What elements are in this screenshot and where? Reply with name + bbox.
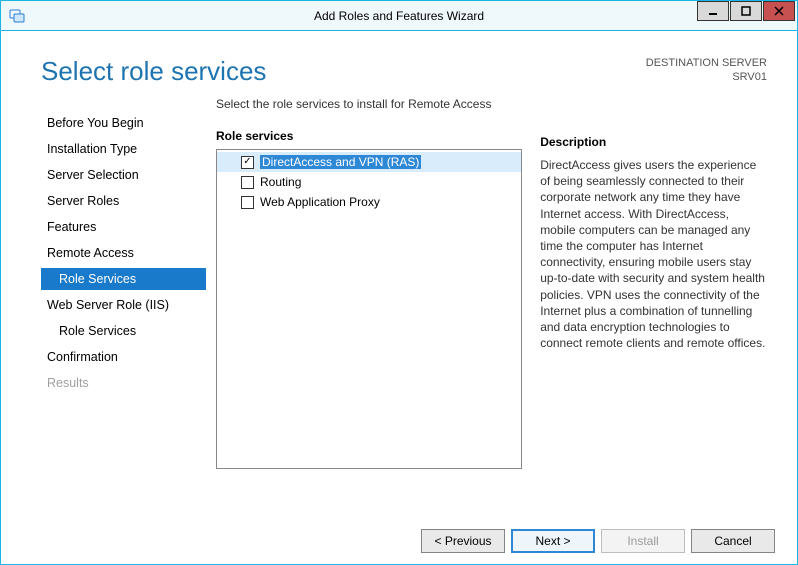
nav-item-server-roles[interactable]: Server Roles <box>41 190 206 212</box>
maximize-button[interactable] <box>730 1 762 21</box>
destination-label: DESTINATION SERVER <box>646 56 767 70</box>
checkbox[interactable] <box>241 196 254 209</box>
header-row: Select role services DESTINATION SERVER … <box>1 31 797 97</box>
role-services-listbox[interactable]: DirectAccess and VPN (RAS) Routing Web App… <box>216 149 522 469</box>
nav-item-role-services[interactable]: Role Services <box>41 320 206 342</box>
body-row: Before You Begin Installation Type Server … <box>1 97 797 509</box>
checkbox[interactable] <box>241 156 254 169</box>
description-text: DirectAccess gives users the experience … <box>540 157 767 351</box>
wizard-footer: < Previous Next > Install Cancel <box>1 509 797 564</box>
window-controls <box>696 1 795 21</box>
nav-item-role-services[interactable]: Role Services <box>41 268 206 290</box>
role-service-item[interactable]: Web Application Proxy <box>217 192 521 212</box>
destination-value: SRV01 <box>646 70 767 84</box>
destination-info: DESTINATION SERVER SRV01 <box>646 56 767 85</box>
page-title: Select role services <box>41 56 266 87</box>
description-column: Description DirectAccess gives users the… <box>540 97 767 509</box>
window-title: Add Roles and Features Wizard <box>1 9 797 23</box>
title-bar[interactable]: Add Roles and Features Wizard <box>1 1 797 31</box>
role-service-item[interactable]: Routing <box>217 172 521 192</box>
nav-item-confirmation[interactable]: Confirmation <box>41 346 206 368</box>
nav-item-web-server-role-iis-[interactable]: Web Server Role (IIS) <box>41 294 206 316</box>
nav-item-features[interactable]: Features <box>41 216 206 238</box>
nav-item-installation-type[interactable]: Installation Type <box>41 138 206 160</box>
role-service-label: Web Application Proxy <box>260 195 380 209</box>
role-service-label: DirectAccess and VPN (RAS) <box>260 155 421 169</box>
description-title: Description <box>540 135 767 149</box>
instruction-text: Select the role services to install for … <box>216 97 522 111</box>
nav-item-server-selection[interactable]: Server Selection <box>41 164 206 186</box>
role-services-label: Role services <box>216 129 522 143</box>
cancel-button[interactable]: Cancel <box>691 529 775 553</box>
close-button[interactable] <box>763 1 795 21</box>
previous-button[interactable]: < Previous <box>421 529 505 553</box>
wizard-content: Select role services DESTINATION SERVER … <box>1 31 797 564</box>
minimize-button[interactable] <box>697 1 729 21</box>
role-service-label: Routing <box>260 175 301 189</box>
app-icon <box>9 8 25 24</box>
nav-item-before-you-begin[interactable]: Before You Begin <box>41 112 206 134</box>
nav-item-results: Results <box>41 372 206 394</box>
nav-item-remote-access[interactable]: Remote Access <box>41 242 206 264</box>
role-services-column: Select the role services to install for … <box>216 97 522 509</box>
next-button[interactable]: Next > <box>511 529 595 553</box>
checkbox[interactable] <box>241 176 254 189</box>
wizard-nav: Before You Begin Installation Type Server … <box>41 97 206 509</box>
main-panel: Select the role services to install for … <box>206 97 777 509</box>
install-button: Install <box>601 529 685 553</box>
wizard-window: Add Roles and Features Wizard Select rol… <box>0 0 798 565</box>
role-service-item[interactable]: DirectAccess and VPN (RAS) <box>217 152 521 172</box>
